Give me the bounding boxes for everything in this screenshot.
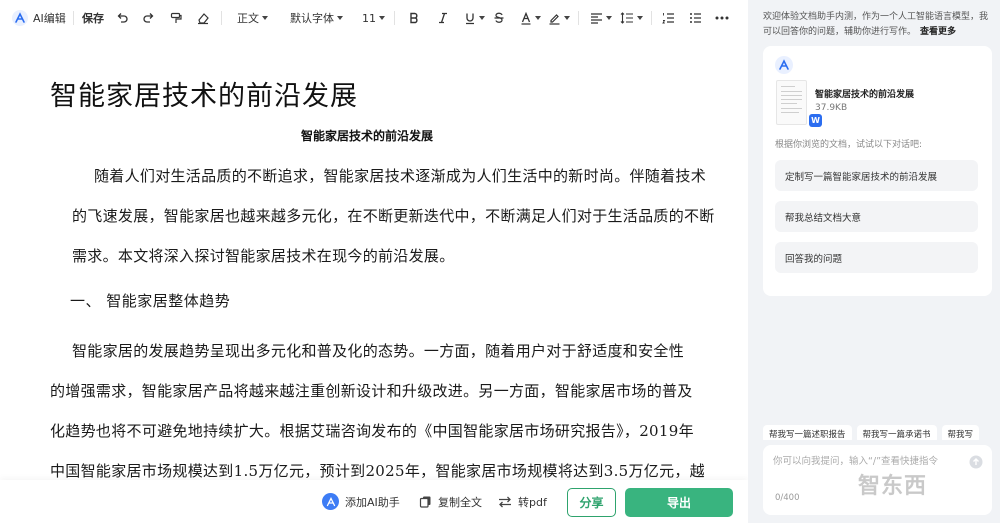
export-button[interactable]: 导出: [625, 488, 733, 517]
font-family-select[interactable]: 默认字体: [290, 0, 343, 36]
chevron-down-icon: [637, 16, 643, 20]
underline-icon[interactable]: [464, 0, 485, 36]
paragraph-line: 中国智能家居市场规模达到1.5万亿元，预计到2025年，智能家居市场规模将达到3…: [50, 462, 705, 480]
assistant-logo-icon: [775, 56, 793, 74]
paragraph-style-select[interactable]: 正文: [237, 0, 268, 36]
assistant-panel: 欢迎体验文档助手内测，作为一个人工智能语言模型，我可以回答你的问题，辅助你进行写…: [748, 0, 1000, 523]
ai-logo-icon: [12, 10, 28, 26]
suggestion-custom-write[interactable]: 定制写一篇智能家居技术的前沿发展: [775, 160, 978, 191]
file-size: 37.9KB: [815, 103, 848, 113]
suggestion-answer[interactable]: 回答我的问题: [775, 242, 978, 273]
ai-edit-button[interactable]: AI编辑: [12, 0, 66, 36]
paragraph-line: 智能家居的发展趋势呈现出多元化和普及化的态势。一方面，随着用户对于舒适度和安全性: [72, 342, 685, 360]
watermark-logo: 智东西: [858, 474, 928, 499]
toolbar-divider: [73, 11, 74, 25]
suggestion-hint: 根据你浏览的文档，试试以下对话吧:: [775, 140, 923, 150]
copy-icon: [419, 495, 432, 508]
bold-icon[interactable]: [408, 0, 420, 36]
highlight-color-icon[interactable]: [548, 0, 570, 36]
paragraph-line: 需求。本文将深入探讨智能家居技术在现今的前沿发展。: [72, 247, 455, 265]
section-heading: 一、 智能家居整体趋势: [70, 292, 231, 310]
chip-write[interactable]: 帮我写: [941, 425, 980, 440]
bottom-action-bar: 添加AI助手 复制全文 转pdf 分享 导出: [0, 480, 748, 523]
paragraph-line: 的增强需求，智能家居产品将越来越注重创新设计和升级改进。另一方面，智能家居市场的…: [50, 382, 693, 400]
char-counter: 0/400: [775, 493, 800, 503]
editor-toolbar: AI编辑 保存 正文 默认字体 11: [0, 0, 748, 36]
quick-prompt-chips: 帮我写一篇述职报告 帮我写一篇承诺书 帮我写: [763, 422, 1000, 440]
chevron-down-icon: [379, 16, 385, 20]
chip-pledge[interactable]: 帮我写一篇承诺书: [856, 425, 937, 440]
bullet-list-icon[interactable]: [689, 0, 702, 36]
paragraph-trend: 智能家居的发展趋势呈现出多元化和普及化的态势。一方面，随着用户对于舒适度和安全性…: [50, 331, 705, 480]
format-painter-icon[interactable]: [169, 0, 183, 36]
share-button[interactable]: 分享: [567, 488, 616, 517]
strikethrough-icon[interactable]: [493, 0, 505, 36]
file-name: 智能家居技术的前沿发展: [815, 90, 915, 100]
document-title: 智能家居技术的前沿发展: [50, 81, 358, 112]
chip-report[interactable]: 帮我写一篇述职报告: [763, 425, 852, 440]
ai-assistant-icon: [322, 493, 339, 510]
convert-pdf-button[interactable]: 转pdf: [498, 480, 547, 523]
ordered-list-icon[interactable]: [662, 0, 675, 36]
copy-all-button[interactable]: 复制全文: [419, 480, 482, 523]
font-size-value: 11: [362, 11, 376, 25]
toolbar-divider: [578, 11, 579, 25]
chevron-down-icon: [535, 16, 541, 20]
toolbar-divider: [394, 11, 395, 25]
font-family-value: 默认字体: [290, 12, 334, 25]
toolbar-divider: [221, 11, 222, 25]
save-button[interactable]: 保存: [82, 0, 104, 36]
eraser-icon[interactable]: [196, 0, 210, 36]
paragraph-line: 化趋势也将不可避免地持续扩大。根据艾瑞咨询发布的《中国智能家居市场研究报告》，2…: [50, 422, 694, 440]
view-more-link[interactable]: 查看更多: [920, 27, 956, 37]
welcome-message: 欢迎体验文档助手内测，作为一个人工智能语言模型，我可以回答你的问题，辅助你进行写…: [763, 10, 993, 40]
convert-arrows-icon: [498, 496, 512, 508]
font-size-select[interactable]: 11: [362, 0, 385, 36]
copy-all-label: 复制全文: [438, 495, 482, 509]
font-color-icon[interactable]: [520, 0, 541, 36]
chevron-down-icon: [262, 16, 268, 20]
chevron-down-icon: [479, 16, 485, 20]
italic-icon[interactable]: [437, 0, 449, 36]
convert-pdf-label: 转pdf: [518, 495, 547, 509]
document-subtitle: 智能家居技术的前沿发展: [300, 129, 433, 143]
toolbar-divider: [651, 11, 652, 25]
undo-icon[interactable]: [115, 0, 129, 36]
paragraph-line: 的飞速发展，智能家居也越来越多元化，在不断更新迭代中，不断满足人们对于生活品质的…: [72, 207, 715, 225]
send-icon[interactable]: [969, 455, 983, 469]
chevron-down-icon: [564, 16, 570, 20]
document-card: W 智能家居技术的前沿发展 37.9KB 根据你浏览的文档，试试以下对话吧: 定…: [763, 46, 992, 296]
align-left-icon[interactable]: [590, 0, 612, 36]
add-ai-assistant-label: 添加AI助手: [345, 495, 400, 509]
add-ai-assistant-button[interactable]: 添加AI助手: [322, 480, 400, 523]
suggestion-summarize[interactable]: 帮我总结文档大意: [775, 201, 978, 232]
chevron-down-icon: [606, 16, 612, 20]
redo-icon[interactable]: [142, 0, 156, 36]
word-file-icon: W: [809, 114, 822, 127]
file-thumbnail: [776, 80, 807, 125]
document-canvas[interactable]: 智能家居技术的前沿发展 智能家居技术的前沿发展 随着人们对生活品质的不断追求，智…: [0, 36, 748, 480]
paragraph-style-value: 正文: [237, 12, 259, 25]
paragraph-line: 随着人们对生活品质的不断追求，智能家居技术逐渐成为人们生活中的新时尚。伴随着技术: [94, 167, 707, 185]
chevron-down-icon: [337, 16, 343, 20]
more-options-icon[interactable]: [715, 0, 729, 36]
paragraph-intro: 随着人们对生活品质的不断追求，智能家居技术逐渐成为人们生活中的新时尚。伴随着技术…: [50, 156, 715, 276]
ai-edit-label: AI编辑: [33, 12, 66, 25]
line-spacing-icon[interactable]: [620, 0, 643, 36]
